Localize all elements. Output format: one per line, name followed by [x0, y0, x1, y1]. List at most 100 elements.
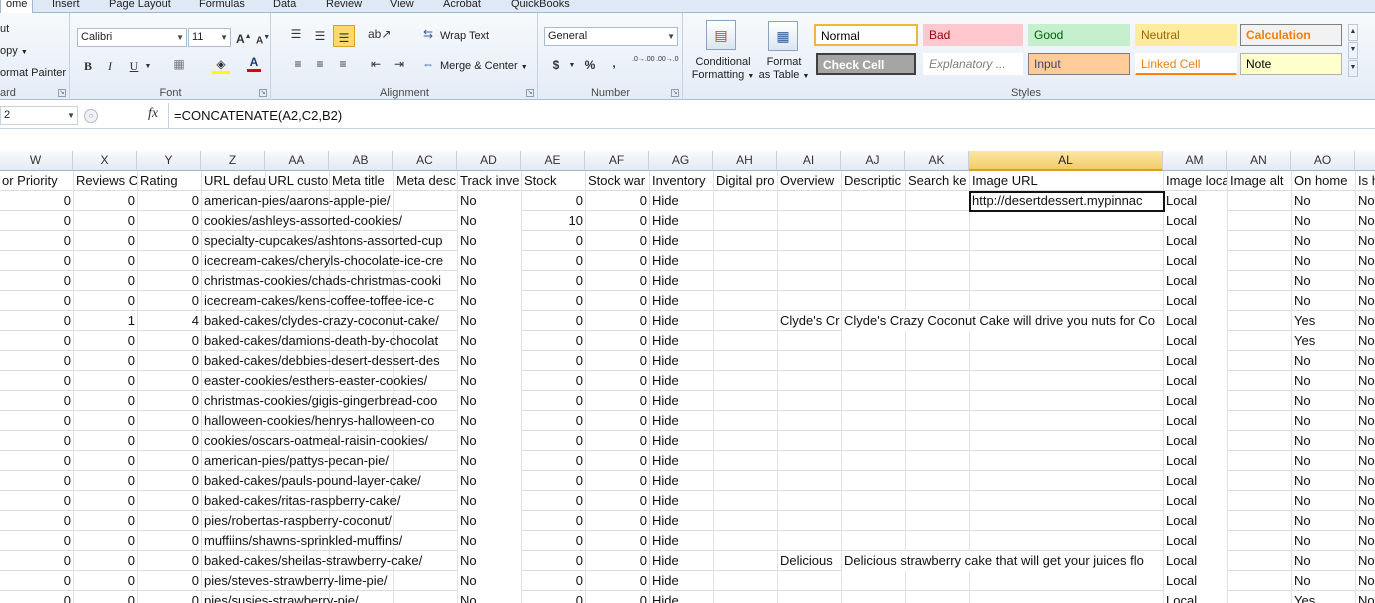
- cell-ag[interactable]: Hide: [650, 371, 714, 391]
- cell-an[interactable]: [1228, 251, 1292, 271]
- cell-x[interactable]: 0: [74, 191, 138, 211]
- cell-ao[interactable]: No: [1292, 471, 1356, 491]
- cell-ah[interactable]: [714, 471, 778, 491]
- cell-ag[interactable]: Hide: [650, 431, 714, 451]
- cell-ad[interactable]: No: [458, 491, 522, 511]
- cell-an[interactable]: [1228, 591, 1292, 603]
- cell-z[interactable]: christmas-cookies/chads-christmas-cooki: [202, 271, 458, 291]
- cell-am[interactable]: Local: [1164, 191, 1228, 211]
- cell-ah[interactable]: [714, 431, 778, 451]
- cell-an[interactable]: [1228, 411, 1292, 431]
- underline-button[interactable]: U: [127, 59, 141, 73]
- cell-ak[interactable]: [906, 491, 970, 511]
- column-header[interactable]: Y: [137, 151, 201, 171]
- cell-ad[interactable]: No: [458, 551, 522, 571]
- cell-w[interactable]: 0: [0, 331, 74, 351]
- header-cell[interactable]: Rating: [138, 171, 202, 191]
- cell-ao[interactable]: Yes: [1292, 591, 1356, 603]
- cell-aj[interactable]: [842, 451, 906, 471]
- cell-ak[interactable]: [906, 211, 970, 231]
- cell-ak[interactable]: [906, 351, 970, 371]
- cell-ak[interactable]: [906, 571, 970, 591]
- cell-y[interactable]: 0: [138, 331, 202, 351]
- cell-ae[interactable]: 0: [522, 271, 586, 291]
- cell-w[interactable]: 0: [0, 471, 74, 491]
- number-format-combo[interactable]: General ▼: [544, 27, 678, 46]
- cell-ao[interactable]: No: [1292, 271, 1356, 291]
- tab-acrobat[interactable]: Acrobat: [443, 0, 481, 13]
- cell-ae[interactable]: 0: [522, 371, 586, 391]
- cell-ad[interactable]: No: [458, 391, 522, 411]
- cell-al[interactable]: [970, 431, 1164, 451]
- cell-an[interactable]: [1228, 471, 1292, 491]
- cell-w[interactable]: 0: [0, 291, 74, 311]
- cell-af[interactable]: 0: [586, 191, 650, 211]
- cell-am[interactable]: Local: [1164, 351, 1228, 371]
- cell-w[interactable]: 0: [0, 191, 74, 211]
- cell-w[interactable]: 0: [0, 271, 74, 291]
- cell-x[interactable]: 0: [74, 331, 138, 351]
- tab-home[interactable]: ome: [0, 0, 34, 13]
- cell-ao[interactable]: No: [1292, 551, 1356, 571]
- fill-color-icon[interactable]: ◈: [212, 57, 230, 74]
- cell-ag[interactable]: Hide: [650, 591, 714, 603]
- cell-ak[interactable]: [906, 191, 970, 211]
- cell-ap[interactable]: No: [1356, 451, 1375, 471]
- cell-w[interactable]: 0: [0, 211, 74, 231]
- cell-an[interactable]: [1228, 191, 1292, 211]
- cell-ak[interactable]: [906, 291, 970, 311]
- column-header[interactable]: AD: [457, 151, 521, 171]
- cell-an[interactable]: [1228, 491, 1292, 511]
- header-cell[interactable]: Stock war: [586, 171, 650, 191]
- cell-ai[interactable]: [778, 431, 842, 451]
- number-launcher-icon[interactable]: ↘: [671, 89, 679, 97]
- cell-ad[interactable]: No: [458, 331, 522, 351]
- header-cell[interactable]: Search ke: [906, 171, 970, 191]
- cell-al[interactable]: [970, 271, 1164, 291]
- cell-ao[interactable]: No: [1292, 351, 1356, 371]
- align-center-icon[interactable]: ≡: [312, 57, 328, 71]
- cell-x[interactable]: 0: [74, 411, 138, 431]
- cell-ae[interactable]: 0: [522, 451, 586, 471]
- cell-ad[interactable]: No: [458, 271, 522, 291]
- format-painter-button[interactable]: ormat Painter: [0, 66, 66, 81]
- cell-w[interactable]: 0: [0, 491, 74, 511]
- cell-ai[interactable]: [778, 351, 842, 371]
- cell-ap[interactable]: No: [1356, 471, 1375, 491]
- cell-x[interactable]: 1: [74, 311, 138, 331]
- cell-y[interactable]: 0: [138, 431, 202, 451]
- cell-al[interactable]: [970, 591, 1164, 603]
- chevron-down-icon[interactable]: ▼: [568, 59, 576, 73]
- cell-ak[interactable]: [906, 431, 970, 451]
- tab-formulas[interactable]: Formulas: [199, 0, 245, 13]
- cell-am[interactable]: Local: [1164, 511, 1228, 531]
- cell-x[interactable]: 0: [74, 291, 138, 311]
- cell-af[interactable]: 0: [586, 311, 650, 331]
- cell-ad[interactable]: No: [458, 351, 522, 371]
- cell-y[interactable]: 0: [138, 291, 202, 311]
- cell-ae[interactable]: 10: [522, 211, 586, 231]
- cell-ag[interactable]: Hide: [650, 311, 714, 331]
- cell-af[interactable]: 0: [586, 391, 650, 411]
- cell-ae[interactable]: 0: [522, 331, 586, 351]
- cell-an[interactable]: [1228, 311, 1292, 331]
- cell-an[interactable]: [1228, 511, 1292, 531]
- style-input[interactable]: Input: [1028, 53, 1130, 75]
- cell-ap[interactable]: No: [1356, 511, 1375, 531]
- header-cell[interactable]: Reviews C: [74, 171, 138, 191]
- cell-ad[interactable]: No: [458, 311, 522, 331]
- cell-ap[interactable]: No: [1356, 431, 1375, 451]
- cell-al[interactable]: [970, 471, 1164, 491]
- cell-x[interactable]: 0: [74, 571, 138, 591]
- cell-ad[interactable]: No: [458, 571, 522, 591]
- cell-ao[interactable]: No: [1292, 391, 1356, 411]
- cell-z[interactable]: baked-cakes/ritas-raspberry-cake/: [202, 491, 458, 511]
- font-color-icon[interactable]: A: [247, 55, 261, 72]
- cell-am[interactable]: Local: [1164, 331, 1228, 351]
- cell-ag[interactable]: Hide: [650, 211, 714, 231]
- cell-am[interactable]: Local: [1164, 391, 1228, 411]
- cell-ah[interactable]: [714, 331, 778, 351]
- column-header[interactable]: AF: [585, 151, 649, 171]
- cell-am[interactable]: Local: [1164, 371, 1228, 391]
- style-good[interactable]: Good: [1028, 24, 1130, 46]
